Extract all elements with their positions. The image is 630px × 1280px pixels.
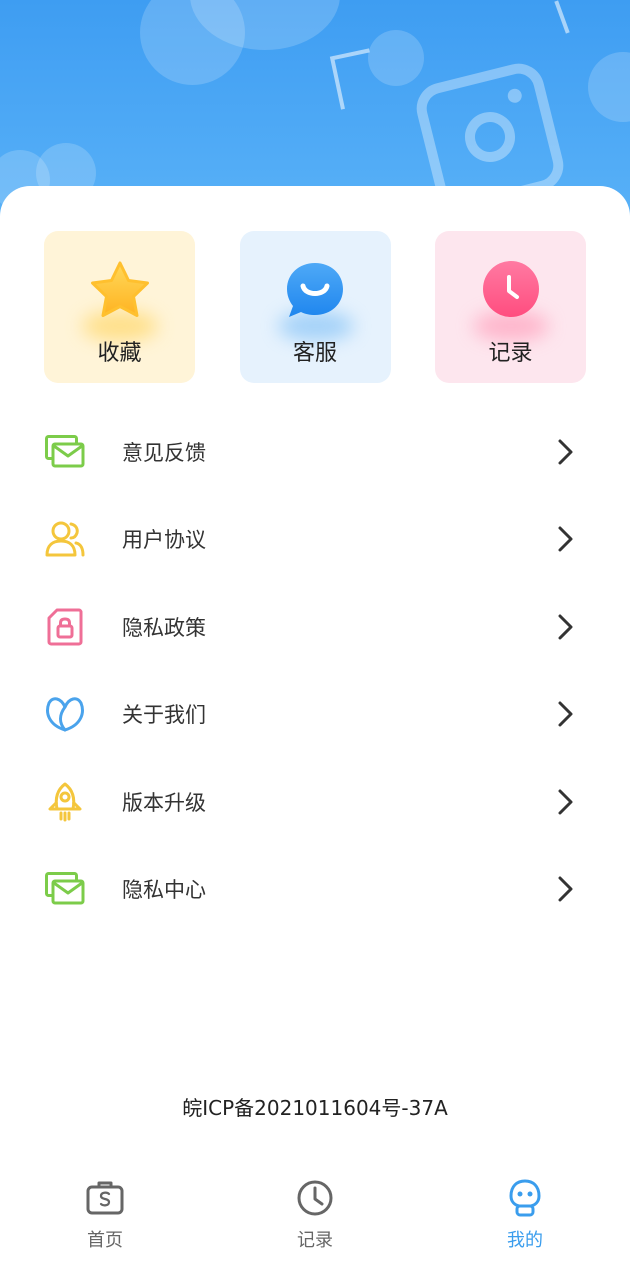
records-card[interactable]: 记录 xyxy=(435,231,586,383)
clock-icon xyxy=(297,1180,333,1216)
menu-item-privacy-center[interactable]: 隐私中心 xyxy=(0,846,630,934)
rocket-icon xyxy=(45,782,85,822)
decor-bubble xyxy=(368,30,424,86)
lock-document-icon xyxy=(45,607,85,647)
decor-bubble xyxy=(588,52,630,122)
chat-bubble-icon xyxy=(283,259,347,323)
bottom-tab-bar: 首页 记录 我的 xyxy=(0,1160,630,1280)
tab-label: 记录 xyxy=(297,1230,333,1251)
menu-item-label: 隐私政策 xyxy=(122,615,206,640)
chevron-right-icon xyxy=(558,439,573,465)
menu-item-label: 版本升级 xyxy=(122,790,206,815)
menu-item-label: 意见反馈 xyxy=(122,440,206,465)
favorites-label: 收藏 xyxy=(97,341,142,366)
tab-home[interactable]: 首页 xyxy=(35,1160,175,1260)
tab-records[interactable]: 记录 xyxy=(245,1160,385,1260)
chevron-right-icon xyxy=(558,876,573,902)
menu-item-privacy-policy[interactable]: 隐私政策 xyxy=(0,583,630,671)
heart-leaf-icon xyxy=(45,694,85,734)
menu-item-label: 关于我们 xyxy=(122,703,206,728)
favorites-card[interactable]: 收藏 xyxy=(44,231,195,383)
customer-service-card[interactable]: 客服 xyxy=(239,231,391,383)
chevron-right-icon xyxy=(558,614,573,640)
tab-mine[interactable]: 我的 xyxy=(455,1160,595,1260)
decor-line xyxy=(554,0,570,34)
menu-item-version-upgrade[interactable]: 版本升级 xyxy=(0,758,630,846)
quick-cards: 收藏 客服 记录 xyxy=(44,231,586,383)
menu-item-feedback[interactable]: 意见反馈 xyxy=(0,408,630,496)
menu-item-user-agreement[interactable]: 用户协议 xyxy=(0,496,630,584)
tab-label: 我的 xyxy=(507,1230,543,1251)
menu-item-label: 用户协议 xyxy=(122,528,206,553)
settings-menu: 意见反馈 用户协议 隐私政策 关于我们 版本升级 隐私中心 xyxy=(0,408,630,933)
mail-icon xyxy=(45,432,85,472)
chevron-right-icon xyxy=(558,701,573,727)
profile-icon xyxy=(509,1179,541,1217)
mail-icon xyxy=(45,869,85,909)
records-label: 记录 xyxy=(488,341,533,366)
clock-icon xyxy=(479,259,543,323)
users-icon xyxy=(45,519,85,559)
chevron-right-icon xyxy=(558,526,573,552)
briefcase-icon xyxy=(86,1181,124,1215)
star-icon xyxy=(88,259,152,323)
chevron-right-icon xyxy=(558,789,573,815)
customer-service-label: 客服 xyxy=(292,341,337,366)
menu-item-label: 隐私中心 xyxy=(122,878,206,903)
tab-label: 首页 xyxy=(87,1230,123,1251)
menu-item-about-us[interactable]: 关于我们 xyxy=(0,671,630,759)
icp-record-text: 皖ICP备2021011604号-37A xyxy=(182,1096,448,1120)
